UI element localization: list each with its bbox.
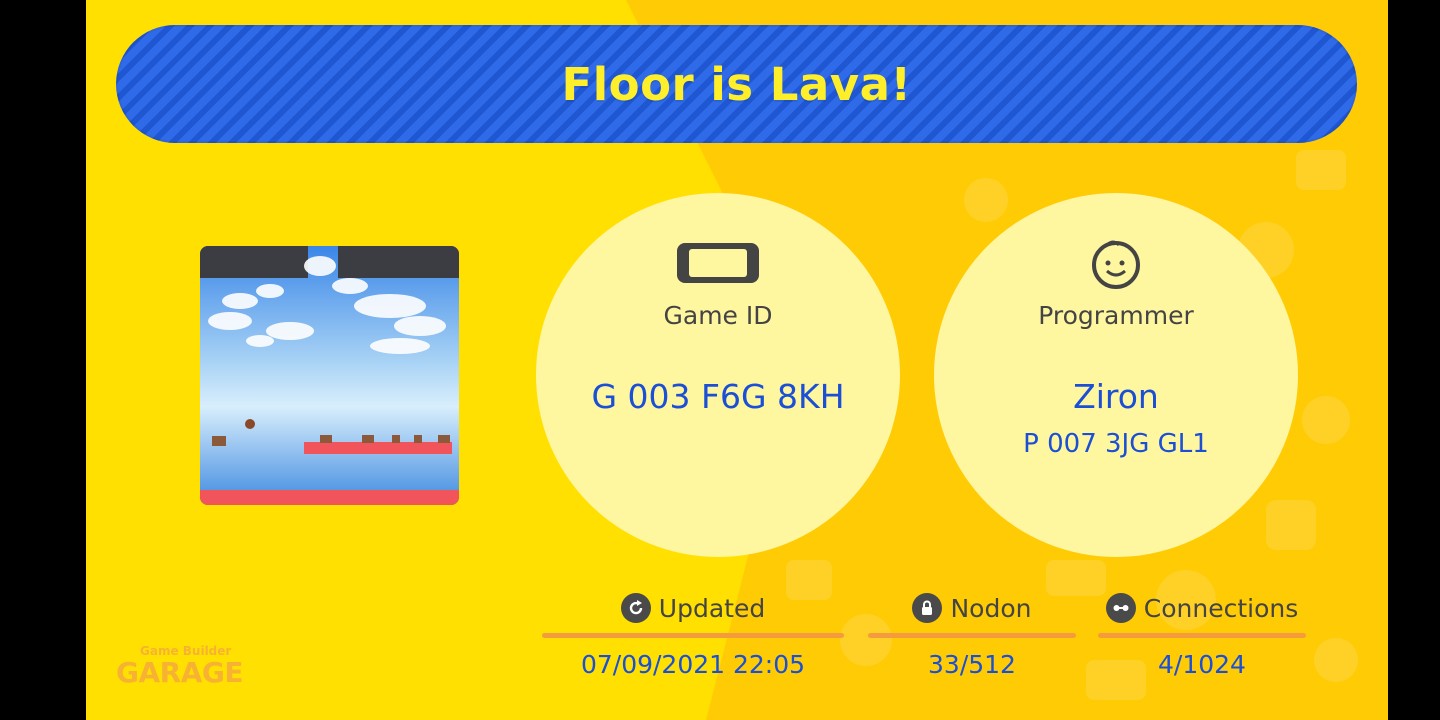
game-thumbnail: [200, 246, 459, 505]
game-id-value: G 003 F6G 8KH: [591, 377, 845, 416]
game-id-panel: Game ID G 003 F6G 8KH: [536, 193, 900, 557]
programmer-label: Programmer: [1038, 301, 1194, 330]
nodon-value: 33/512: [928, 650, 1016, 679]
logo-line2: GARAGE: [116, 656, 244, 689]
connections-divider: [1098, 633, 1306, 638]
updated-value: 07/09/2021 22:05: [580, 650, 806, 679]
nodon-label: Nodon: [950, 593, 1032, 623]
programmer-name: Ziron: [1073, 377, 1159, 416]
title-banner: Floor is Lava!: [116, 25, 1357, 143]
smiley-face-icon: [1087, 237, 1145, 293]
game-title: Floor is Lava!: [561, 57, 912, 111]
updated-label: Updated: [658, 593, 766, 623]
updated-divider: [542, 633, 844, 638]
connections-stat: Connections 4/1024: [1098, 590, 1306, 679]
game-id-label: Game ID: [663, 301, 773, 330]
switch-console-icon: [675, 241, 761, 289]
nodon-stat: Nodon 33/512: [868, 590, 1076, 679]
lock-icon: [912, 593, 943, 623]
refresh-icon: [620, 593, 651, 623]
connections-value: 4/1024: [1158, 650, 1246, 679]
updated-stat: Updated 07/09/2021 22:05: [542, 590, 844, 679]
programmer-panel: Programmer Ziron P 007 3JG GL1: [934, 193, 1298, 557]
link-icon: [1105, 593, 1136, 623]
programmer-id: P 007 3JG GL1: [1023, 429, 1209, 459]
game-info-screen: Floor is Lava! Game ID G 003 F6G 8KH Pro…: [86, 0, 1388, 720]
nodon-divider: [868, 633, 1076, 638]
game-builder-garage-logo: Game Builder GARAGE: [116, 638, 266, 690]
connections-label: Connections: [1143, 593, 1299, 623]
